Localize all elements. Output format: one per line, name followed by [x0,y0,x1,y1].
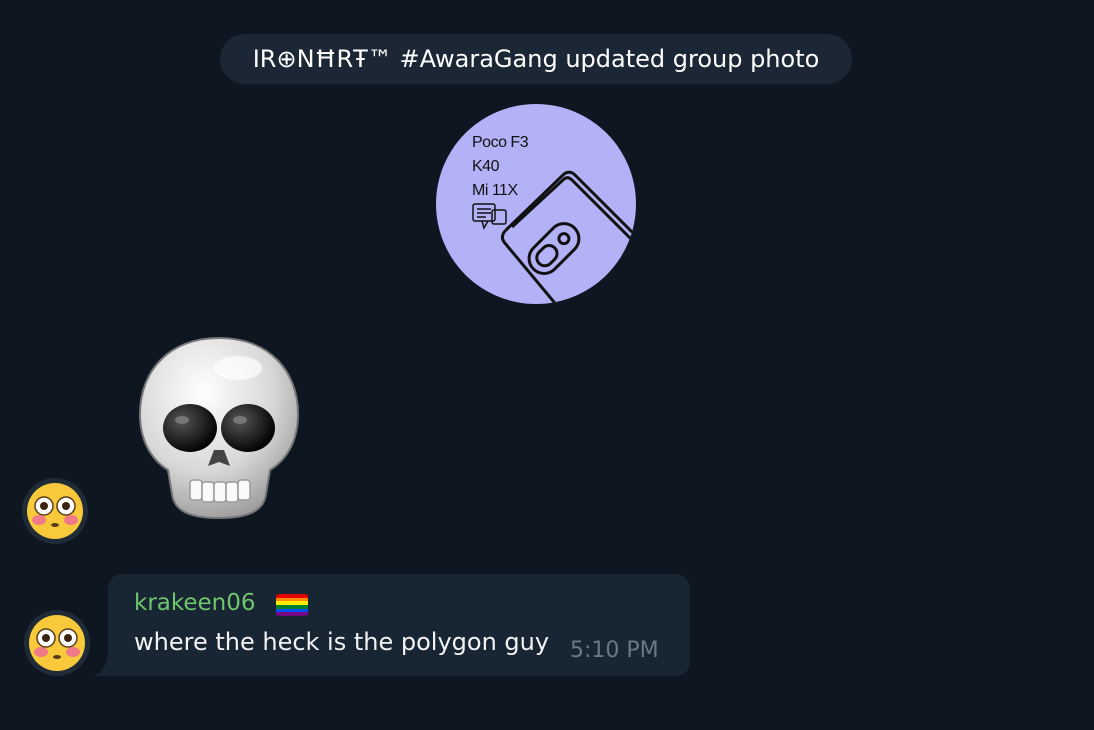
sender-name[interactable]: krakeen06 [134,590,256,616]
flushed-face-icon [29,615,85,671]
phone-illustration [472,170,636,304]
group-photo[interactable]: Poco F3 K40 Mi 11X [436,104,636,304]
chat-area: IR⊕NĦRŦ™ #AwaraGang updated group photo … [0,0,1094,730]
service-message: IR⊕NĦRŦ™ #AwaraGang updated group photo [220,34,852,84]
message-time: 5:10 PM [570,638,659,663]
chat-bubbles-icon [472,203,507,230]
skull-icon [138,336,300,520]
avatar[interactable] [24,610,90,676]
message-bubble[interactable]: krakeen06 where the heck is the polygon … [108,574,690,676]
avatar[interactable] [22,478,88,544]
skull-sticker[interactable] [138,334,300,522]
rainbow-flag-icon [276,594,308,616]
message-text: where the heck is the polygon guy [134,628,550,656]
flushed-face-icon [27,483,83,539]
service-message-text: IR⊕NĦRŦ™ #AwaraGang updated group photo [252,45,820,73]
